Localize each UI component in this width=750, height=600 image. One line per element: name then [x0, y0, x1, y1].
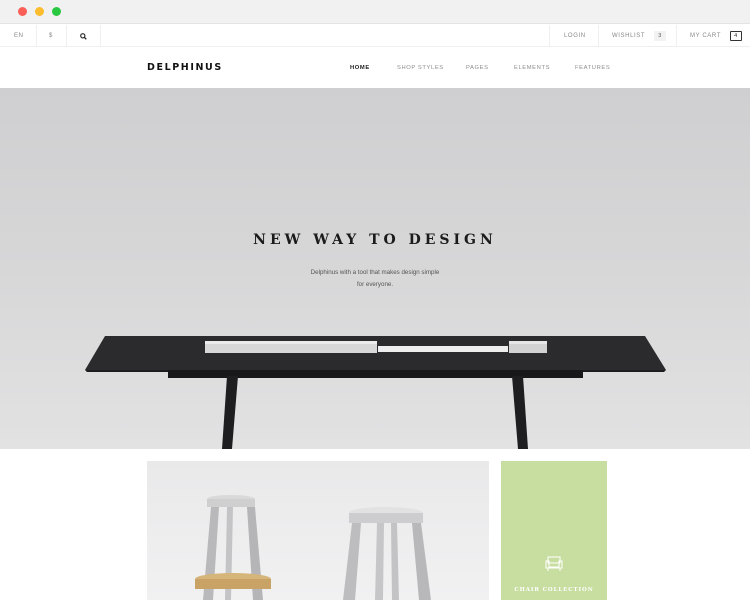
nav-item-elements[interactable]: ELEMENTS	[514, 48, 550, 88]
nav-item-pages[interactable]: PAGES	[466, 48, 489, 88]
login-label: LOGIN	[564, 33, 586, 39]
search-button[interactable]	[80, 25, 87, 47]
close-window-dot[interactable]	[18, 7, 27, 16]
cart-label: MY CART	[690, 33, 721, 39]
armchair-icon	[545, 556, 563, 571]
divider	[36, 25, 37, 47]
site-logo[interactable]: DELPHINUS	[147, 62, 223, 73]
minimize-window-dot[interactable]	[35, 7, 44, 16]
cart-link[interactable]: MY CART 4	[690, 25, 742, 47]
search-icon	[80, 32, 87, 40]
divider	[598, 25, 599, 47]
cart-count-badge: 4	[729, 31, 742, 41]
stools-image	[195, 495, 431, 600]
table-image	[85, 336, 666, 449]
divider	[66, 25, 67, 47]
top-utility-bar: EN $ LOGIN WISHLIST 3 MY CART 4	[0, 25, 750, 47]
language-label: EN	[14, 33, 24, 39]
browser-titlebar	[0, 0, 750, 24]
divider	[100, 25, 101, 47]
nav-item-shop-styles[interactable]: SHOP STYLES	[397, 48, 444, 88]
currency-label: $	[49, 33, 53, 39]
site-header: DELPHINUS HOME SHOP STYLES PAGES ELEMENT…	[0, 48, 750, 88]
currency-selector[interactable]: $	[49, 25, 53, 47]
language-selector[interactable]: EN	[14, 25, 24, 47]
nav-item-features[interactable]: FEATURES	[575, 48, 610, 88]
stools-product-tile[interactable]	[147, 461, 489, 600]
maximize-window-dot[interactable]	[52, 7, 61, 16]
wishlist-count-badge: 3	[654, 31, 667, 41]
divider	[676, 25, 677, 47]
login-link[interactable]: LOGIN	[564, 25, 586, 47]
chair-collection-label: CHAIR COLLECTION	[514, 587, 594, 593]
nav-item-home[interactable]: HOME	[350, 48, 370, 88]
wishlist-link[interactable]: WISHLIST 3	[612, 25, 667, 47]
chair-collection-tile[interactable]: CHAIR COLLECTION	[501, 461, 607, 600]
hero-banner: NEW WAY TO DESIGN Delphinus with a tool …	[0, 88, 750, 449]
wishlist-label: WISHLIST	[612, 33, 646, 39]
divider	[549, 25, 550, 47]
